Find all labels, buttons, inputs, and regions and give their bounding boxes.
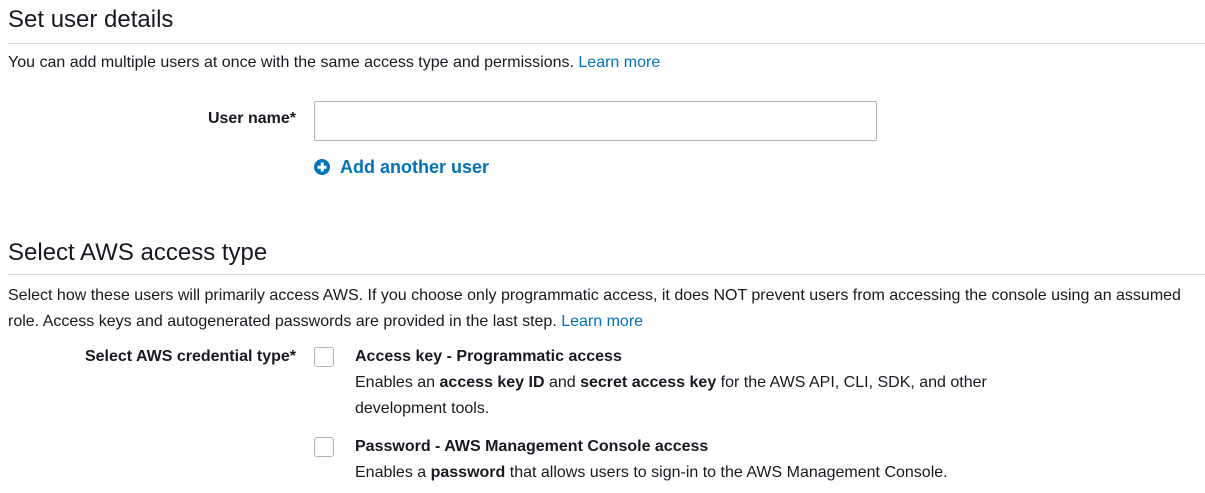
desc-text: that allows users to sign-in to the AWS … [505,464,948,481]
user-name-input[interactable] [314,101,877,141]
access-key-option-description: Enables an access key ID and secret acce… [355,370,1015,422]
access-type-heading: Select AWS access type [8,239,268,266]
desc-text: and [544,374,581,391]
password-option-description: Enables a password that allows users to … [355,460,1035,486]
access-key-option-title[interactable]: Access key - Programmatic access [355,347,622,367]
desc-bold: password [430,464,506,481]
user-details-description: You can add multiple users at once with … [8,50,660,76]
plus-circle-icon [314,159,330,175]
create-user-page: Set user details You can add multiple us… [0,0,1205,493]
desc-text: Enables an [355,374,440,391]
learn-more-link[interactable]: Learn more [561,313,643,330]
section-divider [8,274,1205,275]
credential-type-label: Select AWS credential type* [84,348,296,365]
desc-text: Enables a [355,464,431,481]
set-user-details-heading: Set user details [8,6,174,33]
section-divider [8,43,1205,44]
desc-bold: access key ID [439,374,545,391]
user-name-label: User name* [207,110,296,127]
desc-bold: secret access key [580,374,717,391]
access-key-checkbox[interactable] [314,347,334,367]
add-another-user-button[interactable]: Add another user [314,156,489,178]
password-option-title[interactable]: Password - AWS Management Console access [355,437,708,457]
learn-more-link[interactable]: Learn more [578,54,660,71]
user-details-description-text: You can add multiple users at once with … [8,54,574,71]
password-checkbox[interactable] [314,437,334,457]
add-another-user-label: Add another user [340,157,490,177]
access-type-description: Select how these users will primarily ac… [8,283,1203,335]
